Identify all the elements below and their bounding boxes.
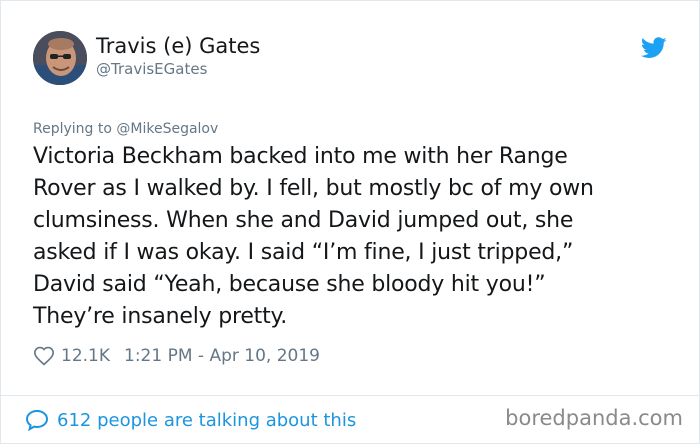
replying-to[interactable]: Replying to @MikeSegalov	[33, 121, 218, 137]
like-count[interactable]: 12.1K	[61, 346, 110, 366]
speech-bubble-icon	[25, 409, 49, 431]
author-handle[interactable]: @TravisEGates	[96, 60, 207, 78]
tweet-text-line: clumsiness. When she and David jumped ou…	[33, 208, 574, 233]
twitter-bird-icon[interactable]	[641, 37, 667, 59]
footer-divider	[1, 395, 699, 396]
tweet-text: Victoria Beckham backed into me with her…	[33, 141, 673, 333]
conversation-link[interactable]: 612 people are talking about this	[25, 406, 356, 434]
profile-photo-icon	[33, 31, 87, 85]
tweet-meta: 12.1K 1:21 PM - Apr 10, 2019	[33, 343, 320, 369]
heart-icon[interactable]	[33, 345, 55, 367]
author-name[interactable]: Travis (e) Gates	[96, 34, 260, 58]
conversation-label[interactable]: 612 people are talking about this	[57, 410, 356, 431]
tweet-card: Travis (e) Gates @TravisEGates Replying …	[0, 0, 700, 444]
tweet-timestamp[interactable]: 1:21 PM - Apr 10, 2019	[124, 346, 320, 366]
tweet-text-line: asked if I was okay. I said “I’m fine, I…	[33, 240, 574, 265]
tweet-text-line: David said “Yeah, because she bloody hit…	[33, 272, 546, 297]
tweet-text-line: Rover as I walked by. I fell, but mostly…	[33, 176, 594, 201]
tweet-header: Travis (e) Gates @TravisEGates	[33, 31, 675, 91]
tweet-text-line: Victoria Beckham backed into me with her…	[33, 144, 568, 169]
watermark: boredpanda.com	[505, 406, 683, 430]
avatar[interactable]	[33, 31, 87, 85]
tweet-text-line: They’re insanely pretty.	[33, 304, 288, 329]
